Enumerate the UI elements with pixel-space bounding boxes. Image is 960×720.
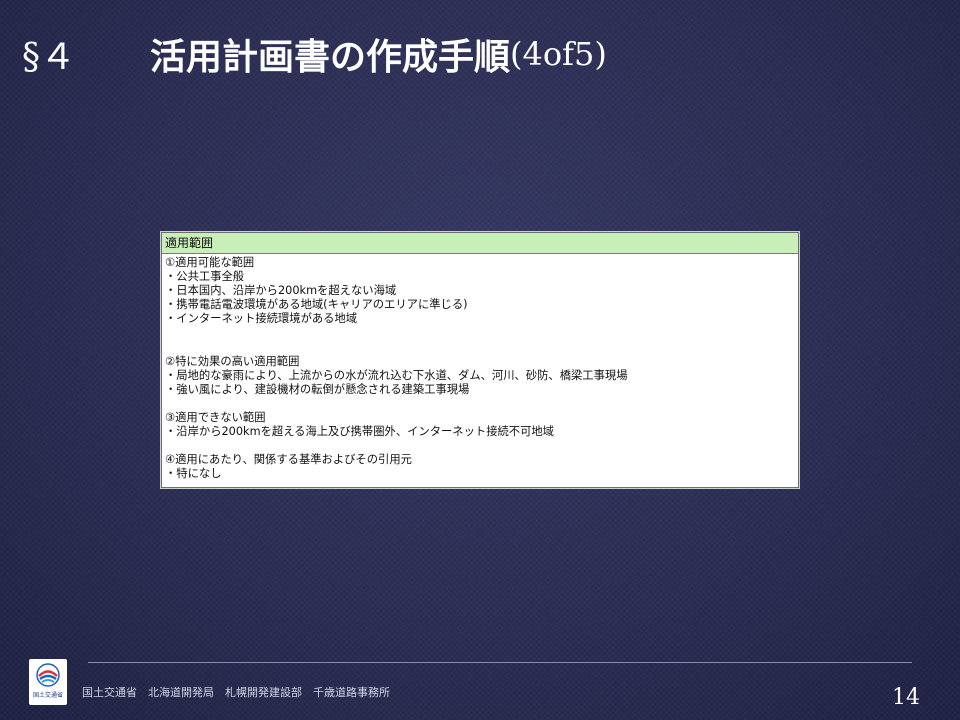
- scope-line: ・携帯電話電波環境がある地域(キャリアのエリアに準じる): [165, 298, 468, 312]
- scope-table-body: ①適用可能な範囲 ・公共工事全般 ・日本国内、沿岸から200kmを超えない海域 …: [162, 254, 798, 482]
- scope-table: 適用範囲 ①適用可能な範囲 ・公共工事全般 ・日本国内、沿岸から200kmを超え…: [160, 231, 800, 489]
- slide-title: §４ 活用計画書の作成手順 (4of5): [22, 28, 607, 80]
- scope-line: ・公共工事全般: [165, 270, 245, 284]
- mlit-logo: 国土交通省: [29, 659, 67, 705]
- scope-line: ・沿岸から200kmを超える海上及び携帯圏外、インターネット接続不可地域: [165, 425, 554, 439]
- scope-line: ④適用にあたり、関係する基準およびその引用元: [165, 453, 412, 467]
- logo-text: 国土交通省: [32, 692, 63, 699]
- scope-table-header: 適用範囲: [162, 233, 798, 254]
- scope-line: ・強い風により、建設機材の転倒が懸念される建築工事現場: [165, 382, 470, 396]
- title-suffix: (4of5): [510, 35, 607, 73]
- scope-line: ・局地的な豪雨により、上流からの水が流れ込む下水道、ダム、河川、砂防、橋梁工事現…: [165, 368, 628, 382]
- scope-line: ③適用できない範囲: [165, 411, 266, 425]
- footer-divider: [88, 662, 912, 663]
- mlit-logo-icon: [36, 663, 60, 687]
- section-mark: §４: [22, 37, 77, 78]
- scope-line: ・特になし: [165, 467, 222, 481]
- footer-organization: 国土交通省 北海道開発局 札幌開発建設部 千歳道路事務所: [82, 686, 390, 699]
- page-number: 14: [892, 685, 920, 710]
- scope-line: ・インターネット接続環境がある地域: [165, 312, 358, 326]
- scope-line: ②特に効果の高い適用範囲: [165, 354, 300, 368]
- scope-line: ・日本国内、沿岸から200kmを超えない海域: [165, 284, 397, 298]
- scope-line: ①適用可能な範囲: [165, 256, 255, 269]
- title-main: 活用計画書の作成手順: [150, 36, 511, 78]
